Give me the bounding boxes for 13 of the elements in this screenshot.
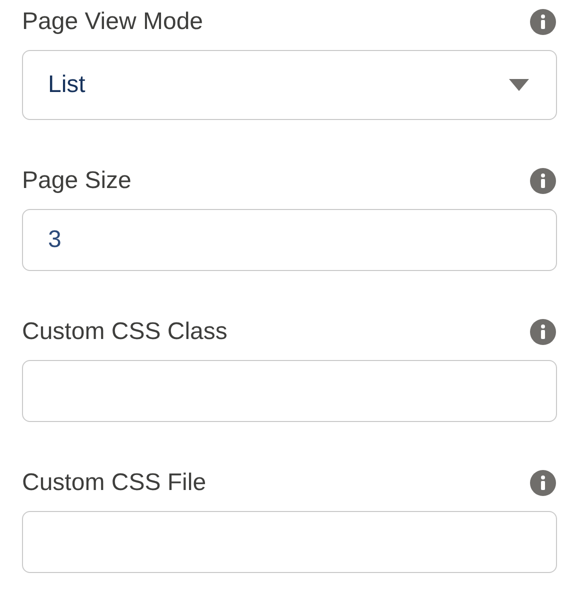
- select-field[interactable]: List: [22, 50, 557, 120]
- field-label: Custom CSS File: [22, 468, 206, 498]
- info-icon[interactable]: [530, 9, 556, 35]
- caret-icon: [509, 79, 529, 91]
- input-field[interactable]: [22, 360, 557, 422]
- info-icon[interactable]: [530, 319, 556, 345]
- field-label: Page View Mode: [22, 7, 204, 37]
- field-label: Page Size: [22, 166, 132, 196]
- input-field[interactable]: [22, 511, 557, 573]
- info-icon[interactable]: [530, 470, 556, 496]
- field-label: Custom CSS Class: [22, 317, 228, 347]
- input-field[interactable]: 3: [22, 209, 557, 271]
- info-icon[interactable]: [530, 168, 556, 194]
